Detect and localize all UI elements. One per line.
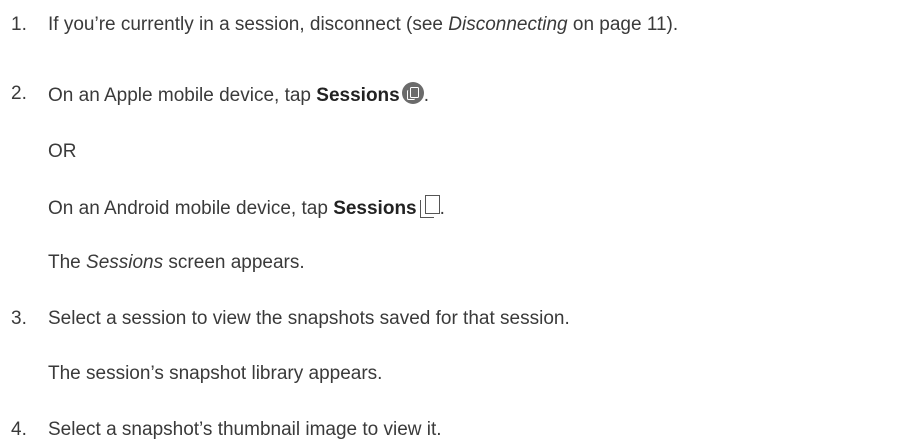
sessions-label-android: Sessions (333, 198, 417, 219)
android-instruction: On an Android mobile device, tap Session… (48, 195, 445, 221)
step-3-text: Select a session to view the snapshots s… (48, 308, 570, 329)
step-4-number: 4. (11, 419, 27, 440)
step-2-pre: On an Apple mobile device, tap (48, 85, 317, 106)
android-post: . (439, 198, 445, 219)
step-2-number: 2. (11, 83, 27, 104)
sessions-screen-name: Sessions (86, 252, 164, 273)
result-2-pre: The (48, 252, 87, 273)
step-1-post: on page 11). (567, 14, 679, 35)
android-pre: On an Android mobile device, tap (48, 198, 334, 219)
step-1-number: 1. (11, 14, 27, 35)
step-4-text: Select a snapshot’s thumbnail image to v… (48, 419, 442, 440)
snapshot-library-result: The session’s snapshot library appears. (48, 363, 383, 384)
sessions-android-icon (419, 195, 440, 218)
sessions-label-apple: Sessions (316, 85, 400, 106)
step-1-pre: If you’re currently in a session, discon… (48, 14, 449, 35)
step-2-text: On an Apple mobile device, tap Sessions. (48, 82, 429, 108)
sessions-apple-icon (401, 82, 424, 104)
step-1-text: If you’re currently in a session, discon… (48, 13, 678, 37)
step-3-number: 3. (11, 308, 27, 329)
result-2-post: screen appears. (163, 252, 305, 273)
disconnecting-reference: Disconnecting (448, 14, 568, 35)
or-separator: OR (48, 141, 77, 162)
step-2-post: . (423, 85, 430, 106)
sessions-screen-result: The Sessions screen appears. (48, 251, 305, 275)
